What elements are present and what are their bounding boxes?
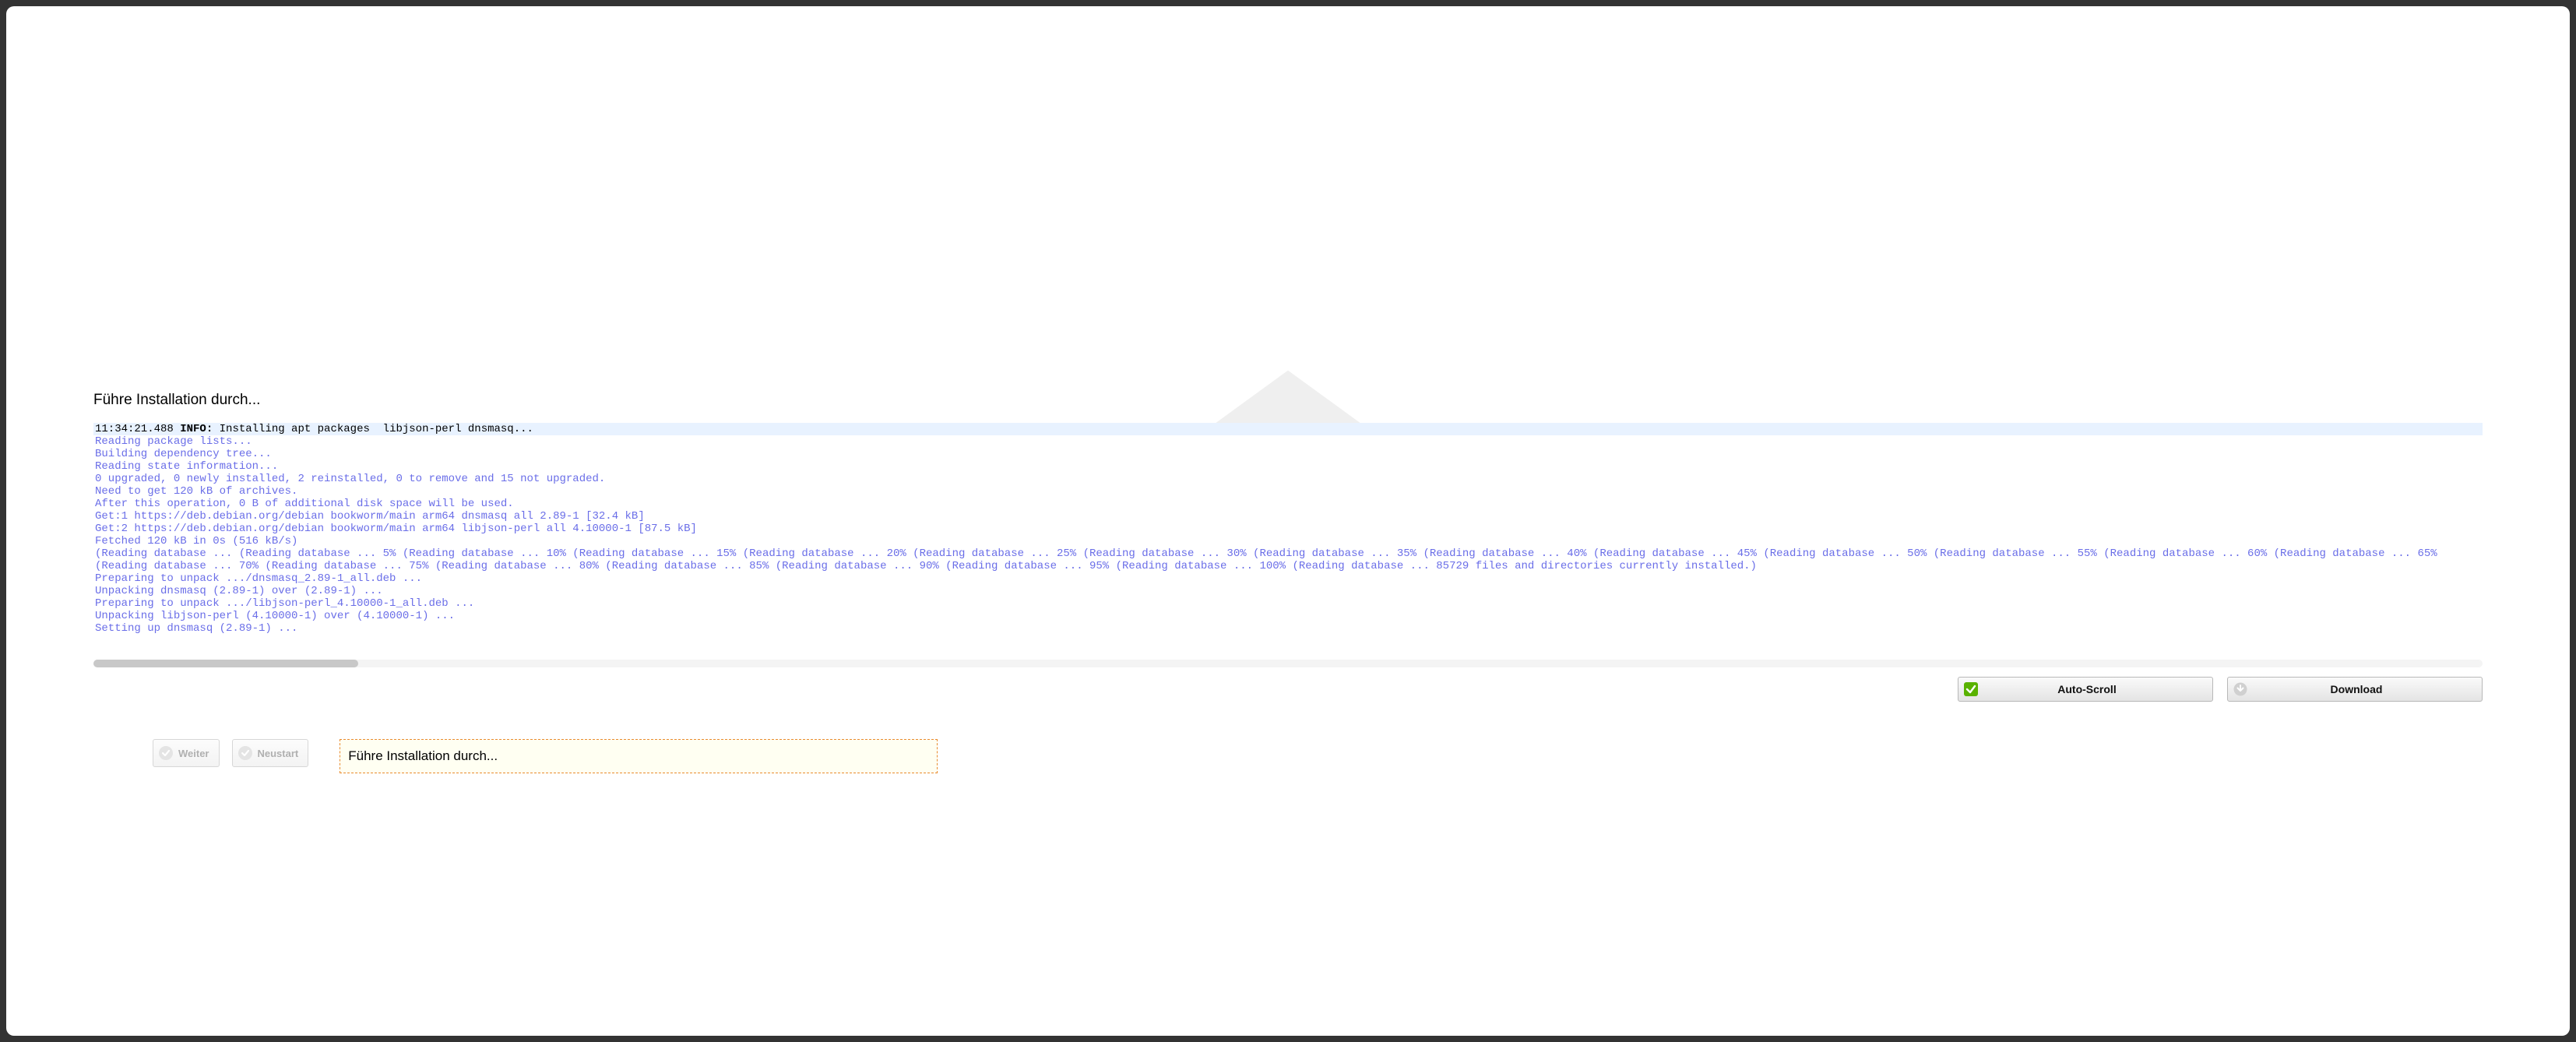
status-message: Führe Installation durch...	[340, 739, 938, 773]
check-icon	[1962, 682, 1980, 696]
log-line: After this operation, 0 B of additional …	[93, 498, 2483, 510]
download-label: Download	[2250, 683, 2482, 695]
log-line: Building dependency tree...	[93, 448, 2483, 460]
log-line: 0 upgraded, 0 newly installed, 2 reinsta…	[93, 473, 2483, 485]
weiter-label: Weiter	[178, 748, 209, 759]
autoscroll-button[interactable]: Auto-Scroll	[1958, 677, 2213, 702]
log-line: Get:1 https://deb.debian.org/debian book…	[93, 510, 2483, 523]
download-button[interactable]: Download	[2227, 677, 2483, 702]
footer-row: Weiter Neustart Führe Installation durch…	[93, 739, 2483, 773]
log-line: Preparing to unpack .../dnsmasq_2.89-1_a…	[93, 572, 2483, 585]
weiter-button[interactable]: Weiter	[153, 739, 220, 767]
log-container: 11:34:21.488 INFO: Installing apt packag…	[93, 423, 2483, 667]
neustart-label: Neustart	[258, 748, 299, 759]
log-controls-row: Auto-Scroll Download	[93, 677, 2483, 702]
log-line: Setting up dnsmasq (2.89-1) ...	[93, 622, 2483, 635]
autoscroll-label: Auto-Scroll	[1980, 683, 2212, 695]
content-area: Führe Installation durch... 11:34:21.488…	[6, 6, 2570, 1036]
log-line: Reading package lists...	[93, 435, 2483, 448]
check-disabled-icon	[158, 745, 174, 761]
log-line: Fetched 120 kB in 0s (516 kB/s)	[93, 535, 2483, 547]
download-icon	[2231, 682, 2250, 696]
log-line: Reading state information...	[93, 460, 2483, 473]
scrollbar-thumb[interactable]	[93, 660, 358, 667]
neustart-button[interactable]: Neustart	[232, 739, 309, 767]
app-window: Führe Installation durch... 11:34:21.488…	[6, 6, 2570, 1036]
horizontal-scrollbar[interactable]	[93, 660, 2483, 667]
log-line: Unpacking libjson-perl (4.10000-1) over …	[93, 610, 2483, 622]
check-disabled-icon	[238, 745, 253, 761]
page-title: Führe Installation durch...	[93, 392, 2483, 409]
log-line: Preparing to unpack .../libjson-perl_4.1…	[93, 597, 2483, 610]
log-output[interactable]: 11:34:21.488 INFO: Installing apt packag…	[93, 423, 2483, 657]
log-line-info: 11:34:21.488 INFO: Installing apt packag…	[93, 423, 2483, 435]
log-line: Need to get 120 kB of archives.	[93, 485, 2483, 498]
log-line: Get:2 https://deb.debian.org/debian book…	[93, 523, 2483, 535]
status-text: Führe Installation durch...	[348, 748, 498, 764]
log-line: Unpacking dnsmasq (2.89-1) over (2.89-1)…	[93, 585, 2483, 597]
log-line: (Reading database ... (Reading database …	[93, 547, 2483, 572]
